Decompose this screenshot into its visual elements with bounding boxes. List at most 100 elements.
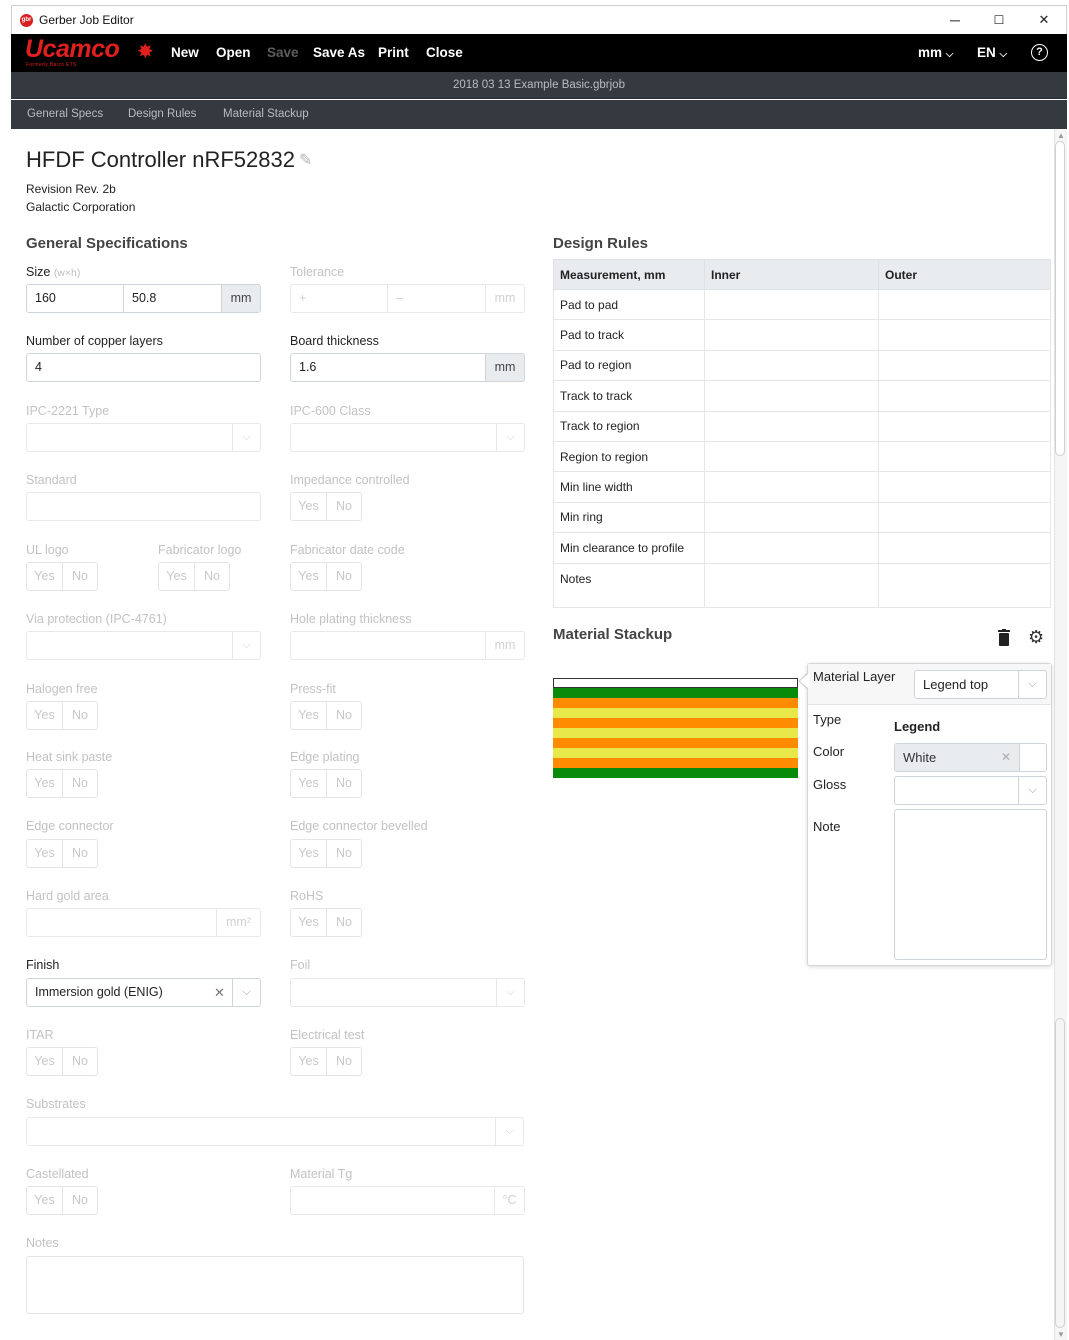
hole-plating-input[interactable]: mm — [290, 631, 525, 660]
no-option[interactable]: No — [62, 840, 97, 867]
yes-option[interactable]: Yes — [291, 563, 326, 590]
stackup-layer-legend-top[interactable] — [553, 678, 798, 688]
help-icon[interactable]: ? — [1031, 44, 1048, 61]
gear-icon[interactable]: ⚙ — [1028, 628, 1044, 646]
edge-connector-toggle[interactable]: Yes No — [26, 839, 98, 868]
stackup-layer[interactable] — [553, 688, 798, 698]
note-textarea[interactable] — [894, 809, 1047, 960]
no-option[interactable]: No — [326, 840, 361, 867]
tolerance-plus-input[interactable]: + — [291, 285, 388, 312]
rule-inner-cell[interactable] — [704, 440, 879, 473]
size-height-input[interactable]: 50.8 — [124, 285, 221, 312]
rule-inner-cell[interactable] — [704, 532, 879, 564]
menu-open[interactable]: Open — [216, 45, 251, 60]
no-option[interactable]: No — [62, 770, 97, 797]
stackup-layer[interactable] — [553, 718, 798, 728]
menu-save[interactable]: Save — [267, 45, 299, 60]
yes-option[interactable]: Yes — [27, 702, 62, 729]
fabricator-date-toggle[interactable]: Yes No — [290, 562, 362, 591]
yes-option[interactable]: Yes — [291, 493, 326, 520]
rule-outer-cell[interactable] — [878, 349, 1051, 382]
pencil-icon[interactable]: ✎ — [299, 150, 312, 170]
notes-textarea[interactable] — [26, 1256, 524, 1314]
clear-icon[interactable]: ✕ — [214, 979, 225, 1006]
press-fit-toggle[interactable]: Yes No — [290, 701, 362, 730]
rule-inner-cell[interactable] — [704, 380, 879, 412]
material-tg-input[interactable]: °C — [290, 1186, 525, 1215]
finish-select[interactable]: Immersion gold (ENIG) ✕ ⌵ — [26, 978, 261, 1007]
tab-design-rules[interactable]: Design Rules — [128, 108, 196, 120]
gloss-select[interactable]: ⌵ — [894, 776, 1047, 805]
clear-icon[interactable]: ✕ — [1001, 744, 1011, 771]
stackup-layer[interactable] — [553, 758, 798, 768]
stackup-layer[interactable] — [553, 748, 798, 758]
yes-option[interactable]: Yes — [159, 563, 194, 590]
menu-save-as[interactable]: Save As — [313, 45, 365, 60]
units-dropdown[interactable]: mm ⌵ — [918, 45, 953, 60]
stackup-diagram[interactable] — [553, 678, 798, 778]
rule-outer-cell[interactable] — [878, 410, 1051, 442]
itar-toggle[interactable]: Yes No — [26, 1047, 98, 1076]
stackup-layer[interactable] — [553, 728, 798, 738]
scroll-down-icon[interactable]: ▼ — [1057, 1330, 1065, 1339]
no-option[interactable]: No — [62, 702, 97, 729]
no-option[interactable]: No — [326, 909, 361, 936]
rule-outer-cell[interactable] — [878, 380, 1051, 412]
halogen-free-toggle[interactable]: Yes No — [26, 701, 98, 730]
scrollbar-thumb[interactable] — [1055, 141, 1065, 456]
color-select[interactable]: White ✕ — [894, 743, 1047, 772]
material-layer-select[interactable]: Legend top ⌵ — [914, 670, 1047, 699]
size-width-input[interactable]: 160 — [27, 285, 124, 312]
yes-option[interactable]: Yes — [27, 1048, 62, 1075]
color-picker-button[interactable] — [1019, 744, 1046, 771]
yes-option[interactable]: Yes — [291, 702, 326, 729]
no-option[interactable]: No — [62, 1048, 97, 1075]
tab-general-specs[interactable]: General Specs — [27, 108, 103, 120]
rule-inner-cell[interactable] — [704, 349, 879, 382]
language-dropdown[interactable]: EN ⌵ — [977, 45, 1007, 60]
stackup-layer[interactable] — [553, 738, 798, 748]
yes-option[interactable]: Yes — [27, 1187, 62, 1214]
no-option[interactable]: No — [326, 493, 361, 520]
scroll-up-icon[interactable]: ▲ — [1057, 131, 1065, 140]
yes-option[interactable]: Yes — [27, 770, 62, 797]
rule-outer-cell[interactable] — [878, 501, 1051, 534]
rule-outer-cell[interactable] — [878, 440, 1051, 473]
rule-inner-cell[interactable] — [704, 410, 879, 442]
no-option[interactable]: No — [62, 1187, 97, 1214]
yes-option[interactable]: Yes — [291, 1048, 326, 1075]
via-protection-select[interactable]: ⌵ — [26, 631, 261, 660]
yes-option[interactable]: Yes — [27, 840, 62, 867]
hard-gold-input[interactable]: mm² — [26, 908, 261, 937]
ipc600-select[interactable]: ⌵ — [290, 423, 525, 452]
rule-inner-cell[interactable] — [704, 501, 879, 534]
maximize-icon[interactable]: ☐ — [984, 9, 1014, 31]
no-option[interactable]: No — [326, 563, 361, 590]
minimize-icon[interactable]: ─ — [940, 9, 970, 31]
close-icon[interactable]: ✕ — [1029, 9, 1059, 31]
fabricator-logo-toggle[interactable]: Yes No — [158, 562, 230, 591]
stackup-layer[interactable] — [553, 708, 798, 718]
rohs-toggle[interactable]: Yes No — [290, 908, 362, 937]
substrates-select[interactable]: ⌵ — [26, 1117, 524, 1146]
rule-outer-cell[interactable] — [878, 319, 1051, 351]
no-option[interactable]: No — [326, 1048, 361, 1075]
menu-close[interactable]: Close — [426, 45, 463, 60]
no-option[interactable]: No — [62, 563, 97, 590]
rule-inner-cell[interactable] — [704, 288, 879, 321]
foil-select[interactable]: ⌵ — [290, 978, 525, 1007]
electrical-test-toggle[interactable]: Yes No — [290, 1047, 362, 1076]
yes-option[interactable]: Yes — [27, 563, 62, 590]
copper-layers-input[interactable]: 4 — [26, 353, 261, 382]
no-option[interactable]: No — [326, 770, 361, 797]
menu-new[interactable]: New — [171, 45, 199, 60]
rule-inner-cell[interactable] — [704, 319, 879, 351]
rule-inner-cell[interactable] — [704, 562, 879, 608]
stackup-layer[interactable] — [553, 768, 798, 778]
stackup-layer[interactable] — [553, 698, 798, 708]
castellated-toggle[interactable]: Yes No — [26, 1186, 98, 1215]
yes-option[interactable]: Yes — [291, 840, 326, 867]
rule-outer-cell[interactable] — [878, 288, 1051, 321]
no-option[interactable]: No — [194, 563, 229, 590]
standard-input[interactable] — [26, 492, 261, 521]
